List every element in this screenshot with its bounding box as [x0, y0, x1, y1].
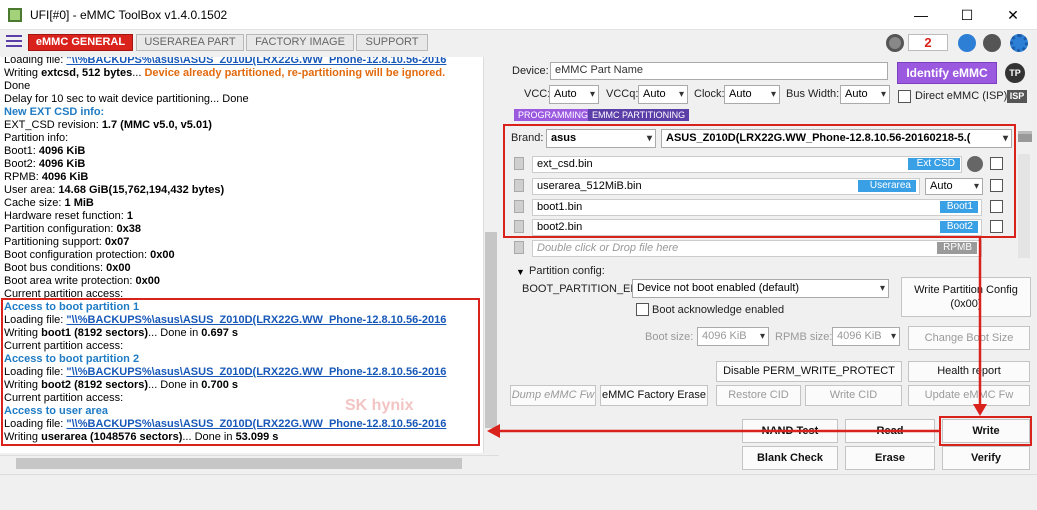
status-bar [0, 474, 1037, 510]
arrow-down-head [973, 404, 987, 416]
arrow-left-head [487, 424, 500, 438]
annotation-arrows [487, 236, 987, 438]
